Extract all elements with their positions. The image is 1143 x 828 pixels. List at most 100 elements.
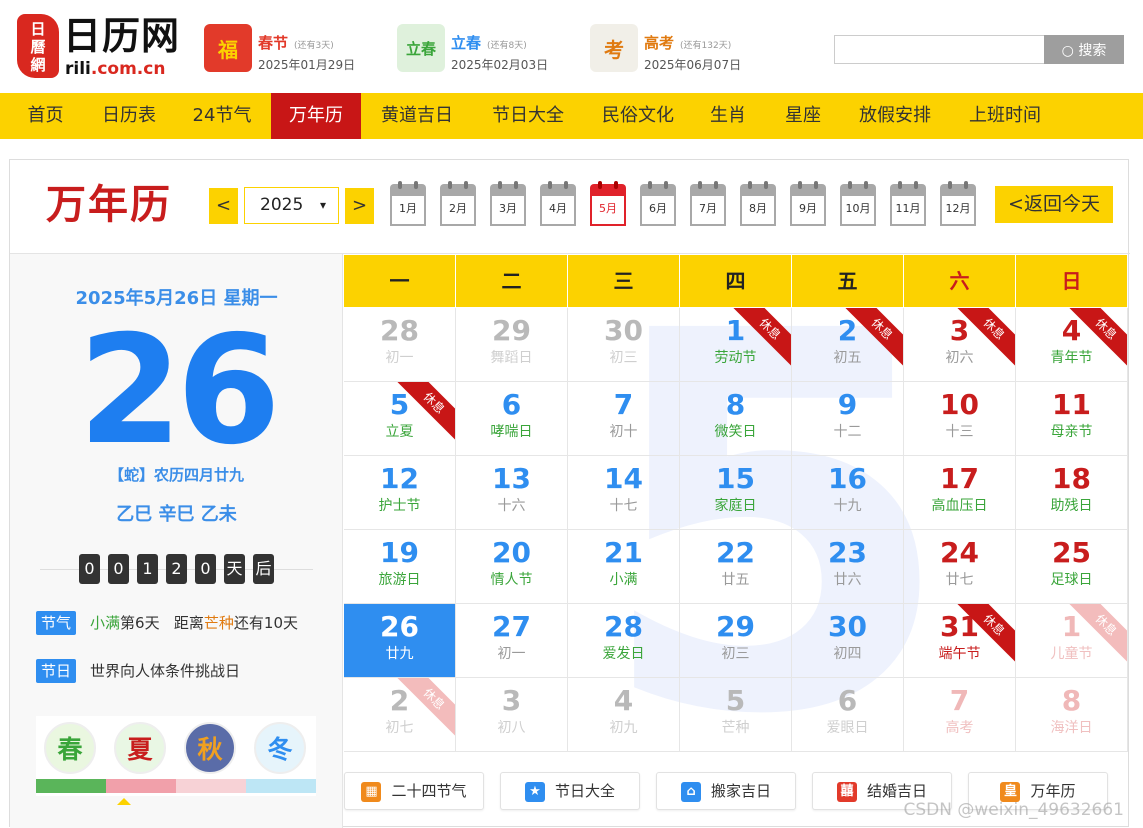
day-cell[interactable]: 5 芒种 [680,678,792,752]
quick-link-label: 结婚吉日 [866,782,927,800]
nav-item-7[interactable]: 民俗文化 [583,93,693,139]
day-cell[interactable]: 17 高血压日 [904,456,1016,530]
day-cell[interactable]: 20 情人节 [456,530,568,604]
jieri-info: 节日 世界向人体条件挑战日 [36,659,240,683]
site-logo[interactable]: 日曆網 日历网 rili.com.cn [17,14,182,80]
day-cell[interactable]: 10 十三 [904,382,1016,456]
day-cell[interactable]: 30 初三 [568,308,680,382]
day-cell[interactable]: 2 初五 休息 [792,308,904,382]
day-subtitle: 廿五 [721,572,750,588]
day-number: 14 [604,462,643,495]
countdown: 00120天后 [10,554,343,584]
day-cell[interactable]: 1 儿童节 休息 [1016,604,1128,678]
calendar-icon [890,181,926,196]
nav-item-10[interactable]: 放假安排 [843,93,947,139]
day-cell[interactable]: 9 十二 [792,382,904,456]
nav-item-1[interactable]: 首页 [9,93,82,139]
day-cell[interactable]: 14 十七 [568,456,680,530]
seasons-banner[interactable]: 春 夏 秋 冬 [36,716,316,805]
day-cell[interactable]: 29 初三 [680,604,792,678]
month-button-9[interactable]: 9月 [790,181,826,226]
day-cell[interactable]: 2 初七 休息 [344,678,456,752]
month-button-2[interactable]: 2月 [440,181,476,226]
month-button-3[interactable]: 3月 [490,181,526,226]
nav-item-9[interactable]: 星座 [763,93,843,139]
month-button-1[interactable]: 1月 [390,181,426,226]
day-number: 17 [940,462,979,495]
double-happiness-icon: 囍 [836,781,857,802]
day-cell[interactable]: 13 十六 [456,456,568,530]
nav-item-8[interactable]: 生肖 [693,93,763,139]
day-cell[interactable]: 7 高考 [904,678,1016,752]
calendar-icon [590,181,626,196]
day-cell[interactable]: 8 微笑日 [680,382,792,456]
day-cell[interactable]: 25 足球日 [1016,530,1128,604]
top-header: 日曆網 日历网 rili.com.cn 福 春节 (还有3天) 2025年01月2… [0,0,1143,93]
prev-year-button[interactable]: < [209,188,238,224]
day-cell[interactable]: 7 初十 [568,382,680,456]
quick-link-2[interactable]: ★ 节日大全 [500,772,640,810]
day-cell[interactable]: 18 助残日 [1016,456,1128,530]
next-year-button[interactable]: > [345,188,374,224]
day-cell[interactable]: 6 爱眼日 [792,678,904,752]
day-cell[interactable]: 26 廿九 [344,604,456,678]
month-button-7[interactable]: 7月 [690,181,726,226]
day-cell[interactable]: 4 初九 [568,678,680,752]
day-cell[interactable]: 19 旅游日 [344,530,456,604]
day-cell[interactable]: 28 初一 [344,308,456,382]
nav-item-4[interactable]: 万年历 [271,93,361,139]
search-button[interactable]: ○ 搜索 [1044,35,1124,64]
day-cell[interactable]: 3 初六 休息 [904,308,1016,382]
back-to-today-button[interactable]: <返回今天 [995,186,1113,223]
quick-link-3[interactable]: ⌂ 搬家吉日 [656,772,796,810]
month-button-8[interactable]: 8月 [740,181,776,226]
day-cell[interactable]: 16 十九 [792,456,904,530]
year-select[interactable]: 2025 ▾ [244,187,339,224]
month-button-10[interactable]: 10月 [840,181,876,226]
day-cell[interactable]: 28 爱发日 [568,604,680,678]
day-number: 27 [492,610,531,643]
day-cell[interactable]: 8 海洋日 [1016,678,1128,752]
day-cell[interactable]: 22 廿五 [680,530,792,604]
day-number: 6 [501,388,522,421]
day-subtitle: 廿六 [833,572,862,588]
day-cell[interactable]: 27 初一 [456,604,568,678]
calendar-icon [940,181,976,196]
quick-link-1[interactable]: ▦ 二十四节气 [344,772,484,810]
countdown-digit: 0 [79,554,100,584]
nav-item-5[interactable]: 黄道吉日 [361,93,473,139]
day-cell[interactable]: 11 母亲节 [1016,382,1128,456]
nav-item-2[interactable]: 日历表 [85,93,173,139]
day-cell[interactable]: 21 小满 [568,530,680,604]
quick-link-label: 节日大全 [554,782,615,800]
day-number: 20 [492,536,531,569]
day-cell[interactable]: 15 家庭日 [680,456,792,530]
day-cell[interactable]: 1 劳动节 休息 [680,308,792,382]
day-cell[interactable]: 31 端午节 休息 [904,604,1016,678]
nav-item-3[interactable]: 24节气 [177,93,267,139]
day-cell[interactable]: 30 初四 [792,604,904,678]
month-button-5[interactable]: 5月 [590,181,626,226]
nav-item-6[interactable]: 节日大全 [473,93,583,139]
day-cell[interactable]: 12 护士节 [344,456,456,530]
day-cell[interactable]: 3 初八 [456,678,568,752]
day-subtitle: 十二 [833,424,862,440]
day-subtitle: 旅游日 [378,572,421,588]
day-cell[interactable]: 4 青年节 休息 [1016,308,1128,382]
month-button-6[interactable]: 6月 [640,181,676,226]
day-cell[interactable]: 23 廿六 [792,530,904,604]
day-cell[interactable]: 29 舞蹈日 [456,308,568,382]
day-cell[interactable]: 24 廿七 [904,530,1016,604]
day-subtitle: 十三 [945,424,974,440]
day-cell[interactable]: 6 哮喘日 [456,382,568,456]
month-button-12[interactable]: 12月 [940,181,976,226]
month-button-11[interactable]: 11月 [890,181,926,226]
search-input[interactable] [834,35,1044,64]
day-subtitle: 助残日 [1050,498,1093,514]
month-button-4[interactable]: 4月 [540,181,576,226]
day-subtitle: 十九 [833,498,862,514]
calendar-icon [490,181,526,196]
logo-name: 日历网 [63,14,181,58]
nav-item-11[interactable]: 上班时间 [947,93,1063,139]
day-cell[interactable]: 5 立夏 休息 [344,382,456,456]
